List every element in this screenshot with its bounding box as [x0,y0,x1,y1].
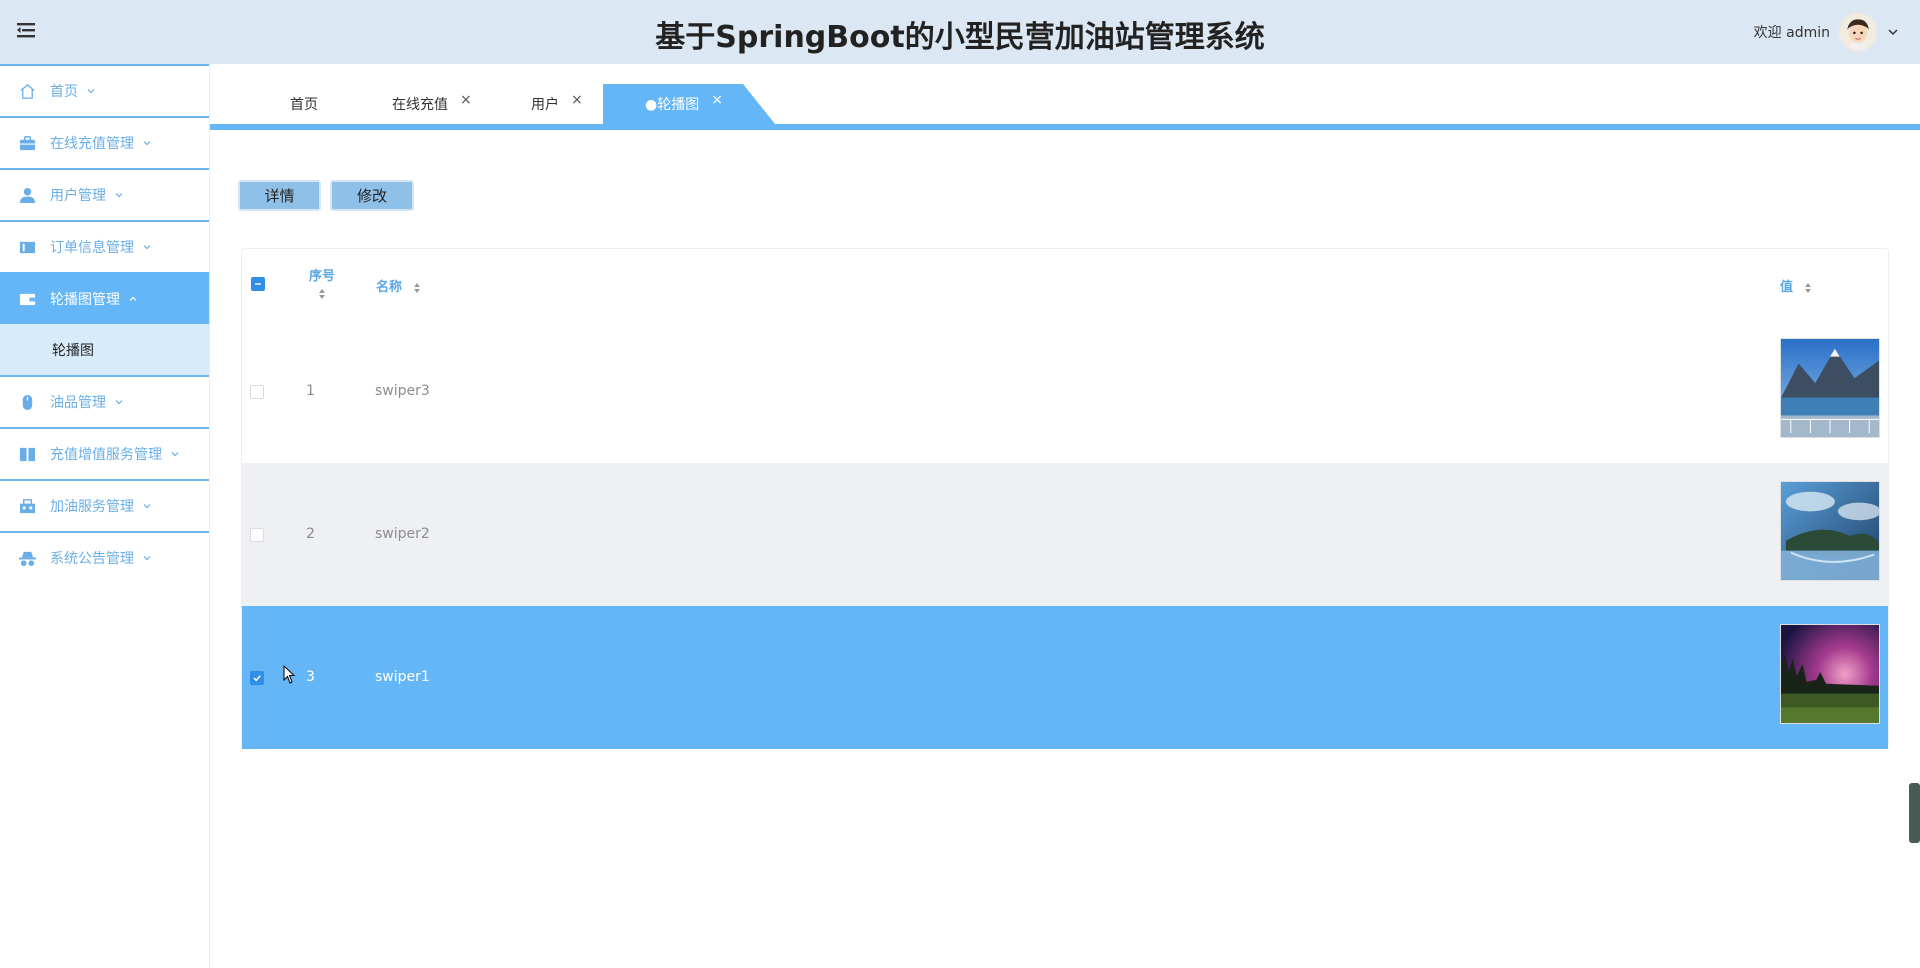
sidebar-item-oil[interactable]: 油品管理 [0,375,209,427]
table-row[interactable]: 2 swiper2 [242,463,1888,606]
tab-users[interactable]: 用户 × [531,84,583,124]
mouse-cursor-icon [283,665,296,684]
sort-icon[interactable] [318,288,326,300]
toolbox-icon [19,498,36,515]
close-icon[interactable]: × [460,92,472,108]
row-name: swiper2 [375,526,430,542]
column-index-label: 序号 [308,269,335,284]
wallet-icon [19,291,36,308]
sidebar-subitem-carousel[interactable]: 轮播图 [0,324,209,375]
chevron-down-icon [87,89,95,94]
swiper-thumbnail[interactable] [1780,624,1880,724]
row-checkbox[interactable] [250,528,264,542]
column-name[interactable]: 名称 [376,276,421,295]
chevron-down-icon [143,556,151,561]
row-index: 3 [306,669,315,685]
chevron-down-icon [171,452,179,457]
sidebar-item-label: 系统公告管理 [50,551,134,567]
sidebar-item-home[interactable]: 首页 [0,64,209,116]
top-header: 基于SpringBoot的小型民营加油站管理系统 欢迎 admin [0,0,1920,64]
home-icon [19,83,36,100]
spy-icon [19,550,36,567]
sidebar-item-label: 充值增值服务管理 [50,447,162,463]
sidebar-item-label: 订单信息管理 [50,240,134,256]
tab-home[interactable]: 首页 [290,84,318,124]
mouse-icon [19,394,36,411]
chevron-down-icon [115,193,123,198]
sidebar-item-label: 在线充值管理 [50,136,134,152]
tab-label: 用户 [531,97,559,113]
tab-bar: 首页 在线充值 × 用户 × ●轮播图 × [210,64,1920,130]
swiper-thumbnail[interactable] [1780,338,1880,438]
chevron-up-icon [129,296,137,301]
app-title: 基于SpringBoot的小型民营加油站管理系统 [655,20,1265,55]
close-icon[interactable]: × [571,92,583,108]
order-icon [19,239,36,256]
sidebar-item-carousel[interactable]: 轮播图管理 [0,272,209,324]
column-value-label: 值 [1780,280,1794,295]
chevron-down-icon [143,504,151,509]
sidebar-item-value-added[interactable]: 充值增值服务管理 [0,427,209,479]
row-name: swiper3 [375,383,430,399]
avatar[interactable] [1838,12,1878,52]
tab-recharge[interactable]: 在线充值 × [392,84,472,124]
tab-label: ●轮播图 [645,97,700,113]
chevron-down-icon [143,245,151,250]
row-checkbox[interactable] [250,385,264,399]
close-icon[interactable]: × [711,92,723,108]
tab-carousel[interactable]: ●轮播图 × [603,84,775,124]
table-header: 序号 名称 值 [242,249,1888,319]
select-all-checkbox[interactable] [251,277,265,291]
swiper-thumbnail[interactable] [1780,481,1880,581]
sidebar-item-label: 首页 [50,84,78,100]
tab-label: 在线充值 [392,97,448,113]
sidebar-item-label: 轮播图管理 [50,292,120,308]
book-icon [19,446,36,463]
column-index[interactable]: 序号 [306,265,338,300]
chevron-down-icon [115,400,123,405]
detail-button[interactable]: 详情 [238,180,321,211]
edit-button[interactable]: 修改 [330,180,414,211]
sidebar-item-users[interactable]: 用户管理 [0,168,209,220]
row-checkbox[interactable] [250,671,264,685]
table-row-selected[interactable]: 3 swiper1 [242,606,1888,749]
tab-underline [210,124,1920,130]
floating-handle[interactable] [1909,783,1920,843]
user-icon [19,187,36,204]
sidebar: 首页 在线充值管理 用户管理 订单信息管理 轮播图管理 轮播图 油品管理 充值增… [0,64,210,968]
chevron-down-icon [143,141,151,146]
row-name: swiper1 [375,669,430,685]
sort-icon[interactable] [413,282,421,294]
welcome-text: 欢迎 admin [1753,25,1830,41]
sidebar-item-label: 加油服务管理 [50,499,134,515]
sidebar-item-orders[interactable]: 订单信息管理 [0,220,209,272]
row-index: 2 [306,526,315,542]
row-index: 1 [306,383,315,399]
sidebar-item-recharge[interactable]: 在线充值管理 [0,116,209,168]
chevron-down-icon[interactable] [1886,25,1900,39]
sidebar-item-label: 用户管理 [50,188,106,204]
sidebar-item-announcements[interactable]: 系统公告管理 [0,531,209,583]
briefcase-icon [19,135,36,152]
user-menu[interactable]: 欢迎 admin [1754,10,1900,54]
tab-label: 首页 [290,97,318,113]
sidebar-item-label: 油品管理 [50,395,106,411]
sidebar-item-fuel-service[interactable]: 加油服务管理 [0,479,209,531]
sort-icon[interactable] [1804,282,1812,294]
column-name-label: 名称 [376,280,403,295]
column-value[interactable]: 值 [1780,276,1812,295]
table-row[interactable]: 1 swiper3 [242,320,1888,463]
